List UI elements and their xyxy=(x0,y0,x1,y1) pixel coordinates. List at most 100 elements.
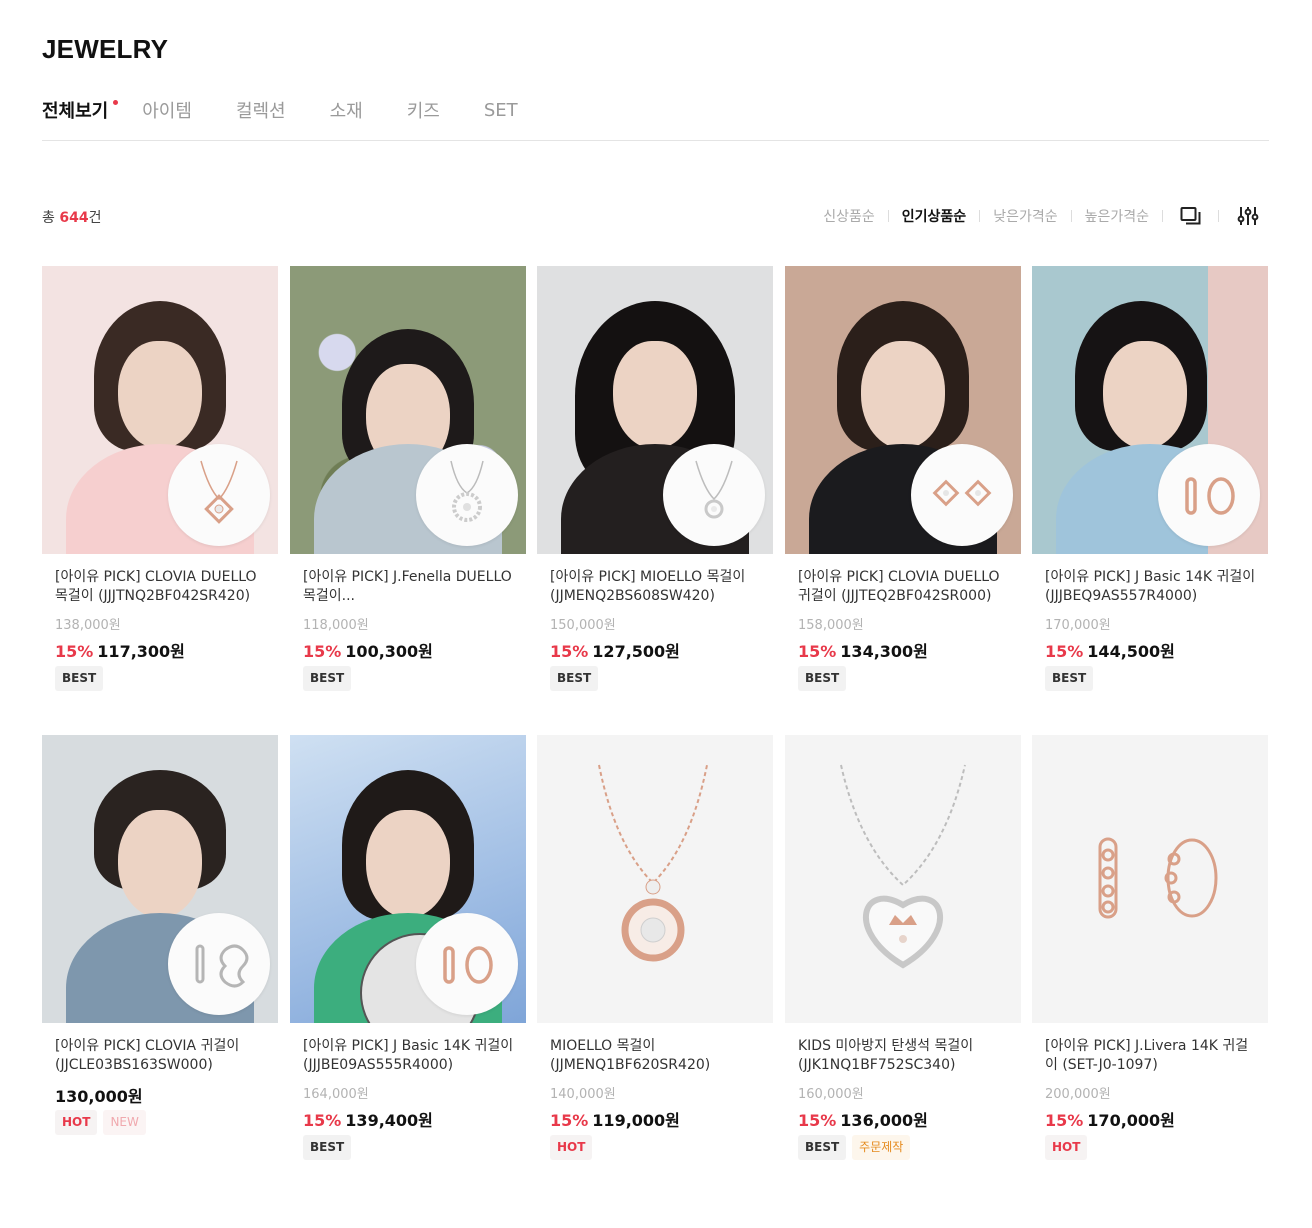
price-value: 170,000원 xyxy=(1087,1111,1175,1130)
product-name[interactable]: KIDS 미아방지 탄생석 목걸이 (JJK1NQ1BF752SC340) xyxy=(798,1037,1010,1075)
price-value: 119,000원 xyxy=(592,1111,680,1130)
product-image[interactable] xyxy=(537,735,773,1023)
product-image[interactable] xyxy=(42,735,278,1023)
tab-set[interactable]: SET xyxy=(484,100,518,121)
tag-list: HOT NEW xyxy=(55,1110,152,1135)
product-name[interactable]: [아이유 PICK] MIOELLO 목걸이 (JJMENQ2BS608SW42… xyxy=(550,568,762,606)
earrings-icon xyxy=(1158,444,1260,546)
sale-price: 15% 119,000원 xyxy=(550,1107,680,1131)
product-image[interactable] xyxy=(290,266,526,554)
filter-sliders-icon[interactable] xyxy=(1236,204,1260,228)
price-value: 127,500원 xyxy=(592,642,680,661)
sale-price: 130,000원 xyxy=(55,1083,143,1107)
active-tab-dot xyxy=(113,100,118,105)
sale-price: 15% 139,400원 xyxy=(303,1107,433,1131)
product-card[interactable]: MIOELLO 목걸이 (JJMENQ1BF620SR420) 140,000원… xyxy=(537,735,773,1175)
discount-rate: 15% xyxy=(303,1111,342,1130)
product-image[interactable] xyxy=(290,735,526,1023)
product-card[interactable]: [아이유 PICK] J.Fenella DUELLO 목걸이... 118,0… xyxy=(290,266,526,706)
discount-rate: 15% xyxy=(798,1111,837,1130)
hot-badge: HOT xyxy=(550,1135,593,1160)
sort-divider xyxy=(1162,210,1163,222)
sale-price: 15% 134,300원 xyxy=(798,638,928,662)
product-card[interactable]: [아이유 PICK] MIOELLO 목걸이 (JJMENQ2BS608SW42… xyxy=(537,266,773,706)
product-image[interactable] xyxy=(537,266,773,554)
original-price: 138,000원 xyxy=(55,618,121,633)
product-image[interactable] xyxy=(42,266,278,554)
product-card[interactable]: [아이유 PICK] J Basic 14K 귀걸이 (JJJBE09AS555… xyxy=(290,735,526,1175)
product-card[interactable]: [아이유 PICK] CLOVIA DUELLO 귀걸이 (JJJTEQ2BF0… xyxy=(785,266,1021,706)
best-badge: BEST xyxy=(550,666,599,691)
tag-list: BEST xyxy=(798,666,852,691)
product-name[interactable]: MIOELLO 목걸이 (JJMENQ1BF620SR420) xyxy=(550,1037,762,1075)
hot-badge: HOT xyxy=(1045,1135,1088,1160)
product-card[interactable]: [아이유 PICK] J.Livera 14K 귀걸이 (SET-J0-1097… xyxy=(1032,735,1268,1175)
sale-price: 15% 100,300원 xyxy=(303,638,433,662)
new-badge: NEW xyxy=(103,1110,146,1135)
best-badge: BEST xyxy=(55,666,104,691)
price-value: 134,300원 xyxy=(840,642,928,661)
tag-list: HOT xyxy=(550,1135,598,1160)
necklace-icon xyxy=(598,764,708,962)
product-image[interactable] xyxy=(785,735,1021,1023)
sort-price-high[interactable]: 높은가격순 xyxy=(1085,206,1149,226)
sort-bar: 신상품순 인기상품순 낮은가격순 높은가격순 xyxy=(823,204,1260,228)
tab-all[interactable]: 전체보기 xyxy=(42,97,108,123)
tag-list: BEST xyxy=(55,666,109,691)
tab-item[interactable]: 아이템 xyxy=(142,97,192,123)
tag-list: HOT xyxy=(1045,1135,1093,1160)
tab-material[interactable]: 소재 xyxy=(330,97,363,123)
best-badge: BEST xyxy=(798,1135,847,1160)
sort-popular[interactable]: 인기상품순 xyxy=(902,206,966,226)
best-badge: BEST xyxy=(303,666,352,691)
product-image[interactable] xyxy=(785,266,1021,554)
hot-badge: HOT xyxy=(55,1110,98,1135)
best-badge: BEST xyxy=(798,666,847,691)
product-card[interactable]: [아이유 PICK] CLOVIA DUELLO 목걸이 (JJJTNQ2BF0… xyxy=(42,266,278,706)
product-card[interactable]: [아이유 PICK] CLOVIA 귀걸이 (JJCLE03BS163SW000… xyxy=(42,735,278,1175)
best-badge: BEST xyxy=(1045,666,1094,691)
price-value: 144,500원 xyxy=(1087,642,1175,661)
original-price: 140,000원 xyxy=(550,1087,616,1102)
product-name[interactable]: [아이유 PICK] CLOVIA 귀걸이 (JJCLE03BS163SW000… xyxy=(55,1037,267,1075)
earrings-icon xyxy=(416,913,518,1015)
sort-divider xyxy=(1070,210,1072,222)
product-image[interactable] xyxy=(1032,266,1268,554)
best-badge: BEST xyxy=(303,1135,352,1160)
price-value: 136,000원 xyxy=(840,1111,928,1130)
product-name[interactable]: [아이유 PICK] CLOVIA DUELLO 목걸이 (JJJTNQ2BF0… xyxy=(55,568,267,606)
tab-collection[interactable]: 컬렉션 xyxy=(236,97,286,123)
necklace-icon xyxy=(663,444,765,546)
product-name[interactable]: [아이유 PICK] CLOVIA DUELLO 귀걸이 (JJJTEQ2BF0… xyxy=(798,568,1010,606)
tab-kids[interactable]: 키즈 xyxy=(407,97,440,123)
tag-list: BEST xyxy=(303,1135,357,1160)
earrings-icon xyxy=(168,913,270,1015)
product-card[interactable]: [아이유 PICK] J Basic 14K 귀걸이 (JJJBEQ9AS557… xyxy=(1032,266,1268,706)
sale-price: 15% 127,500원 xyxy=(550,638,680,662)
price-value: 117,300원 xyxy=(97,642,185,661)
product-name[interactable]: [아이유 PICK] J.Fenella DUELLO 목걸이... xyxy=(303,568,515,606)
product-card[interactable]: KIDS 미아방지 탄생석 목걸이 (JJK1NQ1BF752SC340) 16… xyxy=(785,735,1021,1175)
category-tabs: 전체보기 아이템 컬렉션 소재 키즈 SET xyxy=(42,96,562,124)
sort-price-low[interactable]: 낮은가격순 xyxy=(993,206,1057,226)
product-name[interactable]: [아이유 PICK] J Basic 14K 귀걸이 (JJJBEQ9AS557… xyxy=(1045,568,1257,606)
tag-list: BEST xyxy=(303,666,357,691)
product-image[interactable] xyxy=(1032,735,1268,1023)
sort-newest[interactable]: 신상품순 xyxy=(823,206,875,226)
original-price: 164,000원 xyxy=(303,1087,369,1102)
necklace-icon xyxy=(168,444,270,546)
product-name[interactable]: [아이유 PICK] J Basic 14K 귀걸이 (JJJBE09AS555… xyxy=(303,1037,515,1075)
page-title: JEWELRY xyxy=(42,34,169,64)
price-value: 100,300원 xyxy=(345,642,433,661)
tag-list: BEST xyxy=(550,666,604,691)
original-price: 118,000원 xyxy=(303,618,369,633)
original-price: 150,000원 xyxy=(550,618,616,633)
grid-view-icon[interactable] xyxy=(1179,204,1203,228)
earrings-icon xyxy=(911,444,1013,546)
original-price: 158,000원 xyxy=(798,618,864,633)
custom-made-badge: 주문제작 xyxy=(852,1135,911,1160)
sale-price: 15% 144,500원 xyxy=(1045,638,1175,662)
discount-rate: 15% xyxy=(1045,1111,1084,1130)
product-name[interactable]: [아이유 PICK] J.Livera 14K 귀걸이 (SET-J0-1097… xyxy=(1045,1037,1257,1075)
hoop-earrings-icon xyxy=(1098,837,1218,919)
